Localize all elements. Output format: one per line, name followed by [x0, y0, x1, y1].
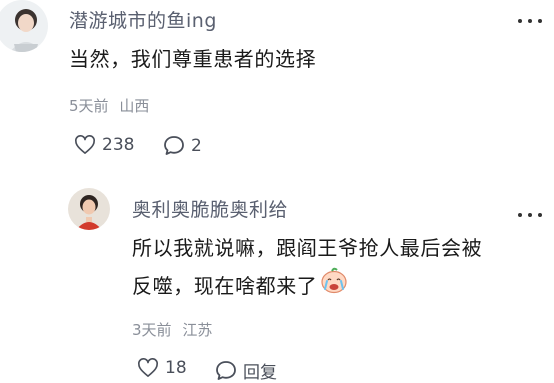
- reply-count: 2: [191, 135, 202, 156]
- speech-bubble-icon: [216, 361, 236, 380]
- comment-location: 山西: [119, 97, 150, 115]
- comment-text: 当然，我们尊重患者的选择: [69, 47, 317, 71]
- crying-face-emoji-icon: [319, 266, 349, 306]
- comment-time: 5天前: [69, 97, 109, 115]
- reply-label: 回复: [243, 363, 277, 383]
- like-count: 238: [102, 135, 135, 155]
- like-count: 18: [165, 358, 187, 378]
- reply-text-line-2: 反噬，现在啥都来了: [132, 266, 349, 306]
- more-icon[interactable]: [517, 8, 543, 28]
- reply-text-line-2-text: 反噬，现在啥都来了: [132, 274, 318, 298]
- reply-item: 奥利奥脆脆奥利给 所以我就说嘛，跟阎王爷抢人最后会被 反噬，现在啥都来了 3天前…: [0, 180, 554, 383]
- comment-username[interactable]: 潜游城市的鱼ing: [69, 6, 217, 33]
- reply-username[interactable]: 奥利奥脆脆奥利给: [132, 195, 288, 222]
- reply-button[interactable]: 回复: [215, 358, 277, 383]
- avatar[interactable]: [68, 188, 110, 230]
- reply-meta: 3天前 江苏: [132, 319, 212, 340]
- like-button[interactable]: 18: [137, 358, 187, 378]
- more-icon[interactable]: [517, 202, 543, 222]
- avatar[interactable]: [0, 0, 48, 52]
- speech-bubble-icon: [164, 136, 184, 155]
- comment-meta: 5天前 山西: [69, 95, 149, 116]
- heart-outline-icon: [138, 358, 158, 377]
- comment-item: 潜游城市的鱼ing 当然，我们尊重患者的选择 5天前 山西 238 2: [0, 0, 554, 170]
- reply-text-line-1: 所以我就说嘛，跟阎王爷抢人最后会被: [132, 236, 483, 260]
- like-button[interactable]: 238: [74, 135, 134, 155]
- reply-count-button[interactable]: 2: [163, 135, 202, 156]
- reply-location: 江苏: [182, 321, 213, 339]
- reply-time: 3天前: [132, 321, 172, 339]
- heart-outline-icon: [75, 135, 95, 154]
